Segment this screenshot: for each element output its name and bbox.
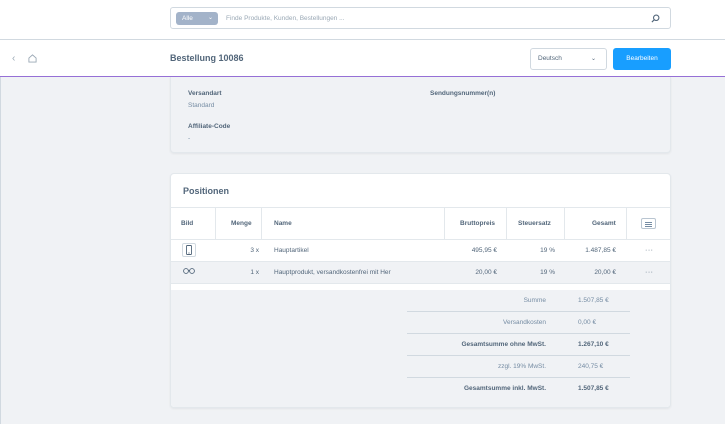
- row-actions-button[interactable]: ···: [645, 240, 654, 261]
- summary-value: 1.507,85 €: [578, 297, 609, 304]
- column-settings-button[interactable]: [641, 218, 656, 229]
- back-arrow-icon[interactable]: ‹: [12, 53, 15, 64]
- positions-card: Positionen Bild Menge Name Bruttopreis S…: [170, 173, 671, 408]
- row-price: 495,95 €: [471, 247, 497, 254]
- order-summary: Summe 1.507,85 € Versandkosten 0,00 € Ge…: [171, 290, 670, 407]
- row-tax: 19 %: [540, 269, 555, 276]
- search-input[interactable]: Finde Produkte, Kunden, Bestellungen ...: [226, 8, 345, 29]
- chevron-down-icon: ⌄: [590, 56, 596, 62]
- page-title: Bestellung 10086: [170, 53, 244, 63]
- search-scope-select[interactable]: Alle ⌄: [176, 12, 218, 25]
- table-header: Bild Menge Name Bruttopreis Steuersatz G…: [171, 207, 670, 240]
- row-quantity: 3 x: [250, 247, 259, 254]
- column-total[interactable]: Gesamt: [592, 208, 616, 240]
- summary-value: 240,75 €: [578, 363, 604, 370]
- summary-row-vat: zzgl. 19% MwSt. 240,75 €: [407, 356, 630, 378]
- column-divider: [564, 207, 565, 240]
- row-tax: 19 %: [540, 247, 555, 254]
- summary-value: 0,00 €: [578, 319, 597, 326]
- row-quantity: 1 x: [250, 269, 259, 276]
- positions-title: Positionen: [183, 186, 230, 196]
- row-price: 20,00 €: [475, 269, 497, 276]
- search-scope-label: Alle: [182, 15, 193, 22]
- column-tax-rate[interactable]: Steuersatz: [518, 208, 551, 240]
- phone-icon: [182, 243, 196, 257]
- shipping-method-label: Versandart: [188, 90, 222, 97]
- affiliate-code-value: -: [188, 135, 191, 142]
- summary-value: 1.267,10 €: [578, 341, 609, 348]
- tracking-numbers-label: Sendungsnummer(n): [430, 90, 496, 97]
- summary-label: Gesamtsumme ohne MwSt.: [461, 341, 546, 348]
- column-divider: [215, 207, 216, 240]
- global-search[interactable]: Alle ⌄ Finde Produkte, Kunden, Bestellun…: [170, 7, 671, 29]
- summary-row-gross-total: Gesamtsumme inkl. MwSt. 1.507,85 €: [407, 378, 630, 400]
- language-select[interactable]: Deutsch ⌄: [530, 48, 607, 70]
- column-name[interactable]: Name: [274, 208, 292, 240]
- column-divider: [626, 207, 627, 240]
- column-divider: [506, 207, 507, 240]
- column-gross-price[interactable]: Bruttopreis: [460, 208, 495, 240]
- summary-label: zzgl. 19% MwSt.: [497, 363, 546, 370]
- column-divider: [261, 207, 262, 240]
- summary-row-shipping: Versandkosten 0,00 €: [407, 312, 630, 334]
- column-image[interactable]: Bild: [181, 208, 193, 240]
- shipping-method-value: Standard: [188, 102, 215, 109]
- glasses-icon: [182, 265, 196, 279]
- summary-label: Versandkosten: [502, 319, 546, 326]
- column-quantity[interactable]: Menge: [231, 208, 252, 240]
- column-divider: [444, 207, 445, 240]
- row-total: 20,00 €: [594, 269, 616, 276]
- table-row[interactable]: 1 x Hauptprodukt, versandkostenfrei mit …: [171, 262, 670, 284]
- home-icon[interactable]: [28, 54, 37, 63]
- order-details-card: Versandart Standard Sendungsnummer(n) Af…: [170, 77, 671, 153]
- search-icon[interactable]: [651, 14, 660, 23]
- row-name: Hauptprodukt, versandkostenfrei mit Her: [274, 269, 391, 276]
- summary-value: 1.507,85 €: [578, 385, 609, 392]
- summary-label: Summe: [523, 297, 546, 304]
- chevron-down-icon: ⌄: [207, 15, 213, 21]
- summary-label: Gesamtsumme inkl. MwSt.: [464, 385, 546, 392]
- affiliate-code-label: Affiliate-Code: [188, 123, 231, 130]
- summary-row-sum: Summe 1.507,85 €: [407, 290, 630, 312]
- edit-button[interactable]: Bearbeiten: [613, 48, 671, 70]
- table-row[interactable]: 3 x Hauptartikel 495,95 € 19 % 1.487,85 …: [171, 240, 670, 262]
- row-total: 1.487,85 €: [585, 247, 616, 254]
- top-bar: Alle ⌄ Finde Produkte, Kunden, Bestellun…: [0, 0, 725, 40]
- language-label: Deutsch: [538, 55, 562, 62]
- row-name: Hauptartikel: [274, 247, 309, 254]
- summary-row-net-total: Gesamtsumme ohne MwSt. 1.267,10 €: [407, 334, 630, 356]
- smart-bar: ‹ Bestellung 10086 Deutsch ⌄ Bearbeiten: [0, 40, 725, 77]
- row-actions-button[interactable]: ···: [645, 262, 654, 283]
- content-border: [0, 77, 1, 424]
